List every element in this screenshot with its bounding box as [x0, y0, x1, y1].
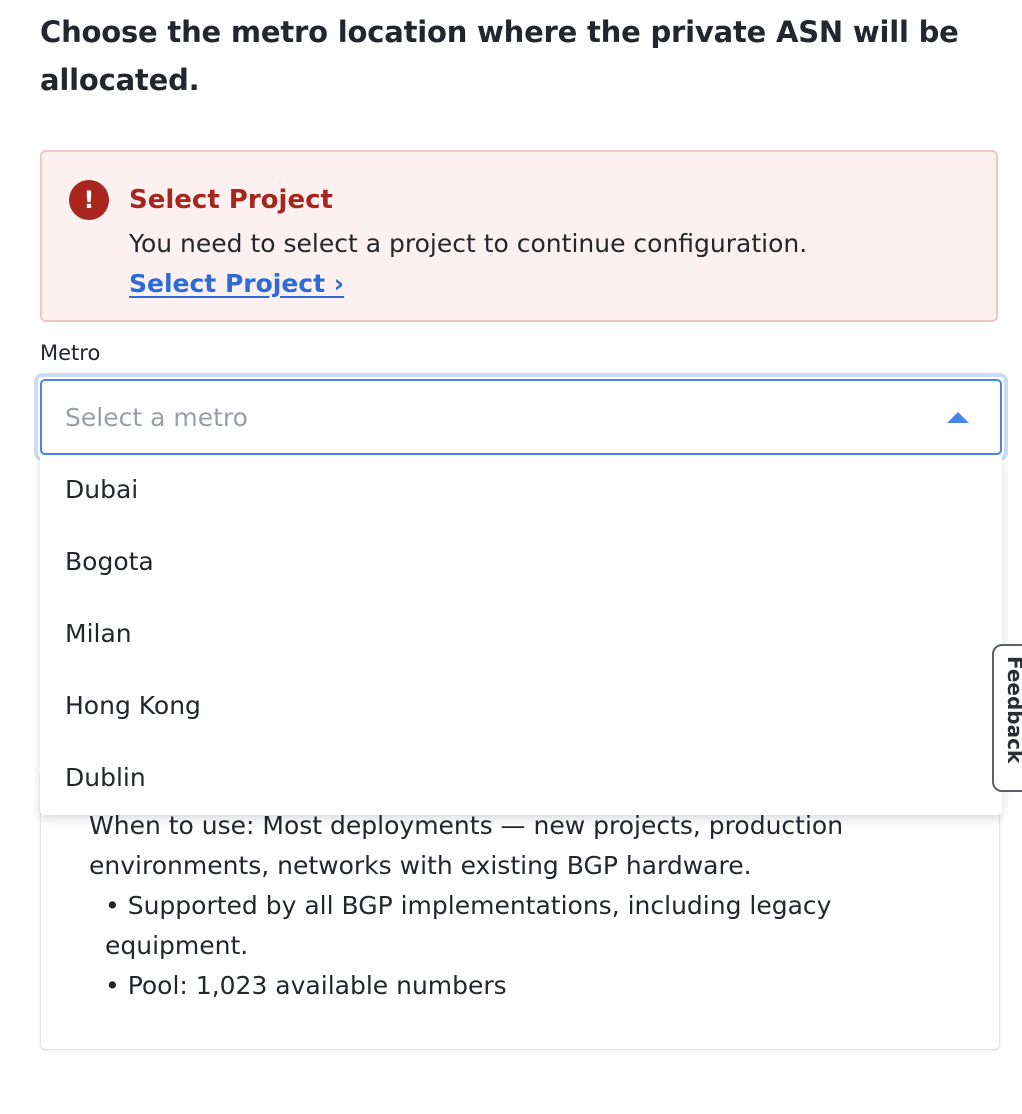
metro-option-milan[interactable]: Milan	[40, 599, 1002, 671]
feedback-tab[interactable]: Feedback	[992, 644, 1022, 792]
select-project-link[interactable]: Select Project ›	[129, 266, 344, 302]
select-project-alert: ! Select Project You need to select a pr…	[40, 150, 998, 322]
info-bullet-item: Supported by all BGP implementations, in…	[105, 886, 925, 966]
alert-message: You need to select a project to continue…	[129, 229, 808, 258]
metro-option-dubai[interactable]: Dubai	[40, 455, 1002, 527]
metro-dropdown-menu: Dubai Bogota Milan Hong Kong Dublin	[40, 455, 1002, 815]
metro-select-placeholder: Select a metro	[65, 403, 248, 432]
info-bullet-item: Pool: 1,023 available numbers	[105, 966, 925, 1006]
page-heading: Choose the metro location where the priv…	[40, 15, 959, 97]
metro-option-dublin[interactable]: Dublin	[40, 743, 1002, 815]
feedback-label: Feedback	[1003, 656, 1022, 764]
exclamation-circle-icon: !	[69, 180, 109, 220]
caret-up-icon[interactable]	[947, 412, 969, 423]
info-bullet-list: Supported by all BGP implementations, in…	[105, 886, 925, 1006]
metro-option-hong-kong[interactable]: Hong Kong	[40, 671, 1002, 743]
alert-title: Select Project	[129, 185, 333, 215]
metro-option-bogota[interactable]: Bogota	[40, 527, 1002, 599]
metro-label: Metro	[40, 341, 101, 365]
info-usage-text: When to use: Most deployments — new proj…	[89, 811, 844, 880]
metro-select[interactable]: Select a metro	[40, 379, 1002, 455]
